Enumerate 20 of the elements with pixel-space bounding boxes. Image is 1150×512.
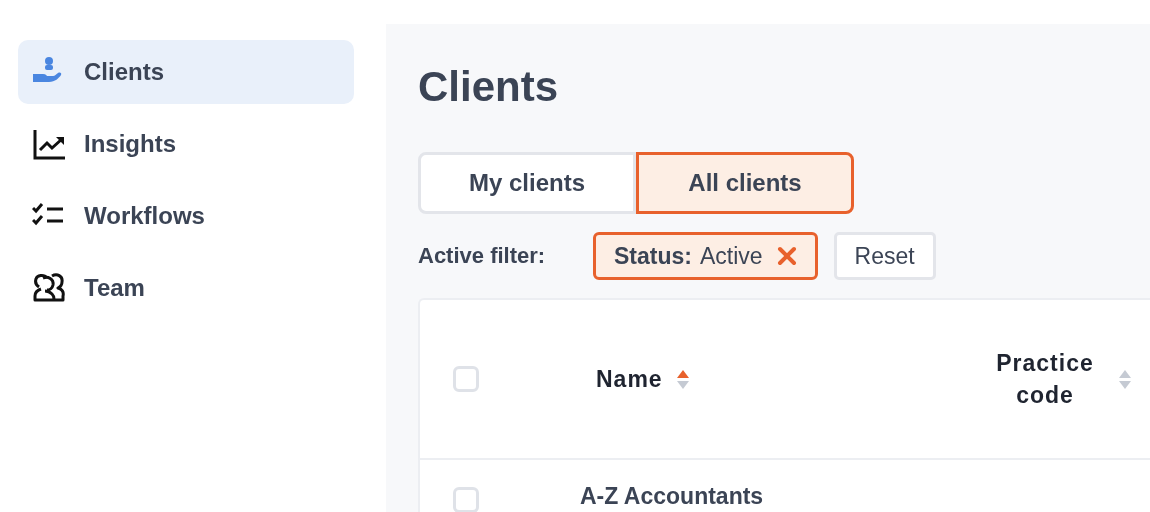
close-icon [776,246,797,266]
sidebar-item[interactable]: Workflows [18,184,354,248]
remove-filter-button[interactable] [776,246,797,266]
page-title: Clients [418,62,560,112]
filter-key: Status: [614,242,692,270]
tab[interactable]: All clients [636,152,854,214]
chart-icon [32,128,66,160]
table-cell: A-Z Accountants [580,484,764,508]
sidebar-item[interactable]: Clients [18,40,354,104]
reset-button[interactable]: Reset [833,232,936,280]
column-header[interactable]: Name [596,363,663,395]
column-header[interactable]: Practice code [985,347,1105,411]
tab[interactable]: My clients [418,152,636,214]
select-all-checkbox[interactable] [453,366,479,392]
sidebar-item[interactable]: Insights [18,112,354,176]
row-checkbox[interactable] [453,487,479,512]
people-icon [32,272,66,304]
sidebar-item[interactable]: Team [18,256,354,320]
filter-value: Active [699,242,763,270]
filter-label: Active filter: [418,243,547,269]
